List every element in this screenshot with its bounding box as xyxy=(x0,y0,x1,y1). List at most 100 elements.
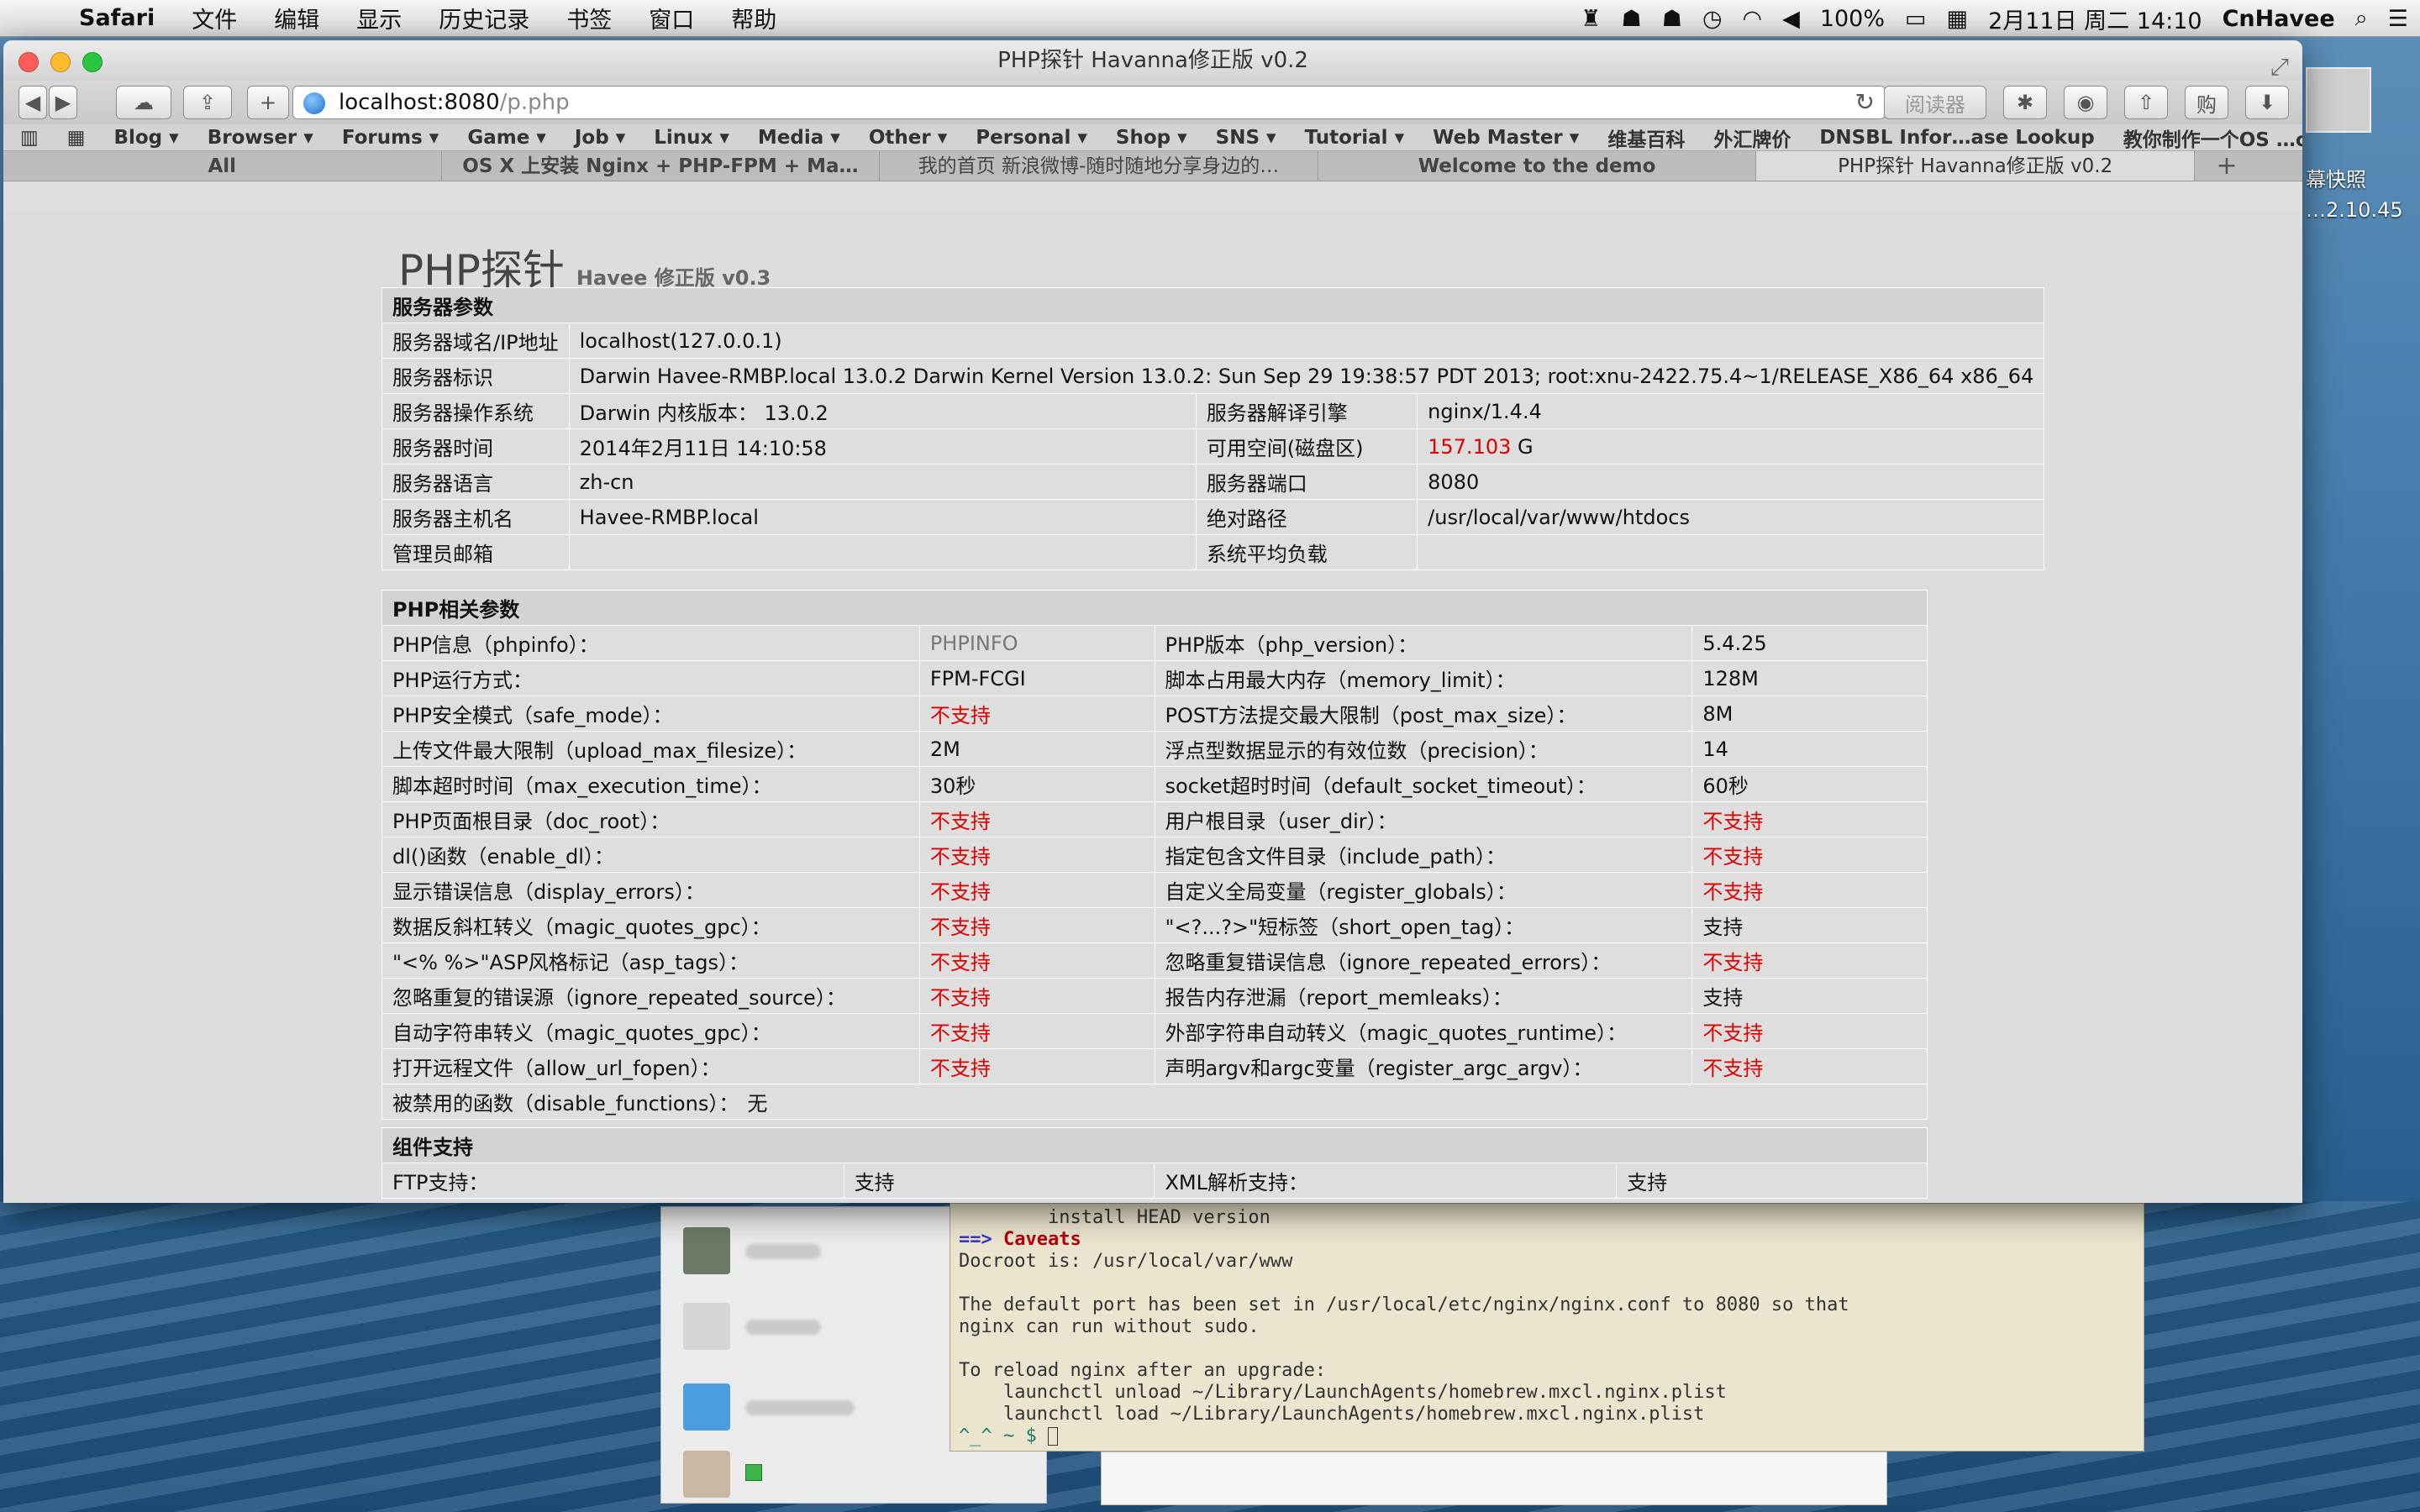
new-tab-button[interactable]: + xyxy=(247,86,289,119)
my-avatar[interactable] xyxy=(683,1451,730,1498)
terminal-window[interactable]: install HEAD version ==> Caveats Docroot i… xyxy=(950,1203,2144,1452)
cell-value: 2M xyxy=(918,731,1155,767)
cell-value: Darwin Havee-RMBP.local 13.0.2 Darwin Ke… xyxy=(568,358,2045,394)
cell-label: XML解析支持： xyxy=(1154,1163,1618,1199)
reload-icon[interactable]: ↻ xyxy=(1855,87,1875,118)
php-params-table: PHP相关参数 PHP信息（phpinfo）： PHPINFO PHP版本（php_… xyxy=(381,590,1928,1120)
contact-avatar[interactable] xyxy=(683,1303,730,1350)
address-bar[interactable]: localhost:8080/p.php ↻ xyxy=(292,86,1886,119)
bookmark-item[interactable]: Shop ▾ xyxy=(1116,127,1187,149)
extension-icon[interactable]: ◉ xyxy=(2064,86,2107,119)
cell-value: 不支持 xyxy=(1691,837,1928,873)
menu-bookmarks[interactable]: 书签 xyxy=(566,2,612,34)
wifi-icon[interactable]: ◠ xyxy=(1743,6,1763,32)
back-button[interactable]: ◀ xyxy=(18,86,47,119)
tab-php-probe[interactable]: PHP探针 Havanna修正版 v0.2 xyxy=(1756,151,2195,181)
menu-history[interactable]: 历史记录 xyxy=(439,2,529,34)
cell-label: PHP信息（phpinfo）： xyxy=(381,625,920,661)
menu-file[interactable]: 文件 xyxy=(192,2,237,34)
desktop-file-label-line2: …2.10.45 xyxy=(2306,198,2403,222)
top-sites-icon[interactable]: ▦ xyxy=(67,127,86,149)
terminal-text: ^_^ ~ $ xyxy=(959,1425,1048,1446)
bookmark-item[interactable]: Game ▾ xyxy=(467,127,546,149)
download-icon[interactable]: ⬇ xyxy=(2245,86,2289,119)
terminal-text: Docroot is: /usr/local/var/www xyxy=(959,1251,1293,1272)
bookmark-item[interactable]: Other ▾ xyxy=(869,127,947,149)
desktop-file-icon[interactable] xyxy=(2306,67,2371,133)
minimize-button[interactable] xyxy=(50,52,71,72)
extension-icon[interactable]: ⇧ xyxy=(2124,86,2168,119)
cell-value: nginx/1.4.4 xyxy=(1417,393,2045,429)
bookmark-item[interactable]: DNSBL Infor…ase Lookup xyxy=(1819,127,2094,149)
status-area: ♜ ☗ ☗ ◷ ◠ ◀ 100% ▭ ▦ 2月11日 周二 14:10 CnHa… xyxy=(1560,0,2408,37)
cell-value: localhost(127.0.0.1) xyxy=(568,323,2045,359)
extension-icon[interactable]: ✱ xyxy=(2003,86,2047,119)
time-machine-icon[interactable]: ◷ xyxy=(1702,6,1723,32)
bookmark-item[interactable]: Tutorial ▾ xyxy=(1305,127,1405,149)
battery-percent[interactable]: 100% xyxy=(1820,6,1885,32)
qq-icon[interactable]: ☗ xyxy=(1622,6,1642,32)
cell-value: 不支持 xyxy=(918,1048,1155,1084)
forward-button[interactable]: ▶ xyxy=(49,86,77,119)
bookmark-item[interactable]: Job ▾ xyxy=(575,127,625,149)
cell-label: 忽略重复的错误源（ignore_repeated_source）： xyxy=(381,978,920,1014)
bookmark-item[interactable]: Blog ▾ xyxy=(113,127,178,149)
icloud-tabs-button[interactable]: ☁ xyxy=(116,86,171,119)
bookmark-item[interactable]: 外汇牌价 xyxy=(1713,124,1791,151)
volume-icon[interactable]: ◀ xyxy=(1782,6,1800,32)
bookmark-item[interactable]: 维基百科 xyxy=(1607,124,1685,151)
menu-view[interactable]: 显示 xyxy=(356,2,402,34)
flag-icon[interactable]: ▦ xyxy=(1947,6,1969,32)
desktop-file-label[interactable]: 幕快照 …2.10.45 xyxy=(2306,165,2403,225)
components-table: 组件支持 FTP支持： 支持 XML解析支持： 支持 xyxy=(381,1127,1928,1199)
reader-button[interactable]: 阅读器 xyxy=(1884,86,1986,119)
tab-list-icon[interactable] xyxy=(2259,151,2302,181)
zoom-button[interactable] xyxy=(82,52,103,72)
battery-icon[interactable]: ▭ xyxy=(1905,6,1927,32)
contact-avatar[interactable] xyxy=(683,1227,730,1274)
contact-avatar[interactable] xyxy=(683,1383,730,1431)
reading-list-icon[interactable]: ▥ xyxy=(20,127,39,149)
bookmark-item[interactable]: Browser ▾ xyxy=(208,127,313,149)
bookmark-item[interactable]: Personal ▾ xyxy=(976,127,1087,149)
qq-icon-2[interactable]: ☗ xyxy=(1662,6,1682,32)
tab-nginx[interactable]: OS X 上安装 Nginx + PHP-FPM + Ma… xyxy=(442,151,881,181)
table-row: PHP安全模式（safe_mode）： 不支持 POST方法提交最大限制（post_… xyxy=(381,696,1928,732)
phpinfo-link[interactable]: PHPINFO xyxy=(918,625,1155,661)
bookmark-item[interactable]: Linux ▾ xyxy=(654,127,729,149)
menu-app[interactable]: Safari xyxy=(79,5,155,31)
cell-value: 不支持 xyxy=(918,696,1155,732)
menu-help[interactable]: 帮助 xyxy=(731,2,776,34)
clock[interactable]: 2月11日 周二 14:10 xyxy=(1988,3,2202,35)
bookmark-item[interactable]: Media ▾ xyxy=(758,127,840,149)
tab-weibo[interactable]: 我的首页 新浪微博-随时随地分享身边的… xyxy=(880,151,1318,181)
cell-value xyxy=(568,534,1197,570)
close-button[interactable] xyxy=(18,52,39,72)
spotlight-icon[interactable]: ⌕ xyxy=(2355,5,2368,32)
cell-label: 服务器端口 xyxy=(1195,464,1418,500)
terminal-text: Caveats xyxy=(1002,1229,1081,1250)
bookmark-item[interactable]: 教你制作一个OS …ok Pro - xyxy=(2123,124,2302,151)
chat-input-area[interactable] xyxy=(1101,1452,1887,1505)
tab-demo[interactable]: Welcome to the demo xyxy=(1318,151,1757,181)
menu-edit[interactable]: 编辑 xyxy=(274,2,319,34)
user-name[interactable]: CnHavee xyxy=(2223,6,2335,32)
cell-value: 不支持 xyxy=(1691,1048,1928,1084)
table-row: "<% %>"ASP风格标记（asp_tags）： 不支持 忽略重复错误信息（ign… xyxy=(381,942,1928,979)
url-host: localhost:8080 xyxy=(339,90,500,115)
cell-value: 不支持 xyxy=(1691,1013,1928,1049)
add-tab-icon[interactable]: + xyxy=(2195,151,2259,181)
share-button[interactable]: ⇪ xyxy=(183,86,232,119)
server-params-table: 服务器参数 服务器域名/IP地址 localhost(127.0.0.1) 服务器… xyxy=(381,287,2045,570)
terminal-line: launchctl unload ~/Library/LaunchAgents/… xyxy=(959,1382,2135,1404)
bookmark-item[interactable]: Forums ▾ xyxy=(342,127,439,149)
tab-all[interactable]: All xyxy=(3,151,442,181)
cell-value: 不支持 xyxy=(918,872,1155,908)
notification-center-icon[interactable]: ☰ xyxy=(2388,6,2408,32)
extension-icon[interactable]: 购 xyxy=(2185,86,2228,119)
bookmark-item[interactable]: SNS ▾ xyxy=(1216,127,1276,149)
page-content: PHP探针 Havee 修正版 v0.3 服务器参数 服务器域名/IP地址 loca… xyxy=(3,212,2302,1203)
bookmark-item[interactable]: Web Master ▾ xyxy=(1433,127,1579,149)
tool-icon[interactable]: ♜ xyxy=(1581,6,1601,32)
menu-window[interactable]: 窗口 xyxy=(649,2,694,34)
